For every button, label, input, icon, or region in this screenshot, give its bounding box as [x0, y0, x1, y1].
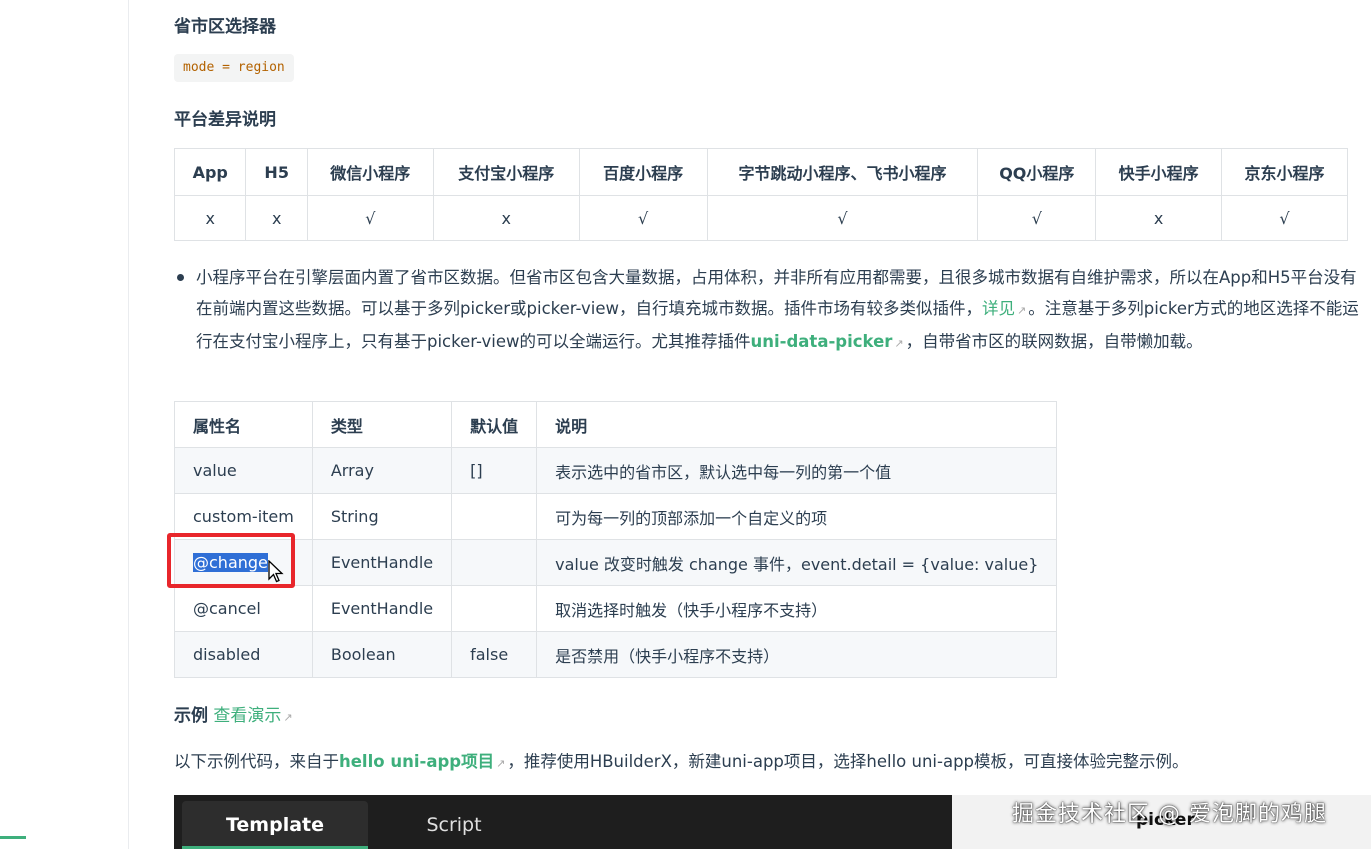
props-header: 说明: [536, 401, 1058, 448]
platform-value: √: [306, 195, 434, 241]
platform-value: √: [977, 195, 1097, 241]
platform-header: 字节跳动小程序、飞书小程序: [706, 148, 979, 196]
prop-default: [451, 585, 538, 632]
props-header: 默认值: [451, 401, 538, 448]
prop-desc: 表示选中的省市区，默认选中每一列的第一个值: [536, 447, 1058, 494]
section-title: 省市区选择器: [174, 17, 276, 37]
code-tab-bar: Template Script: [174, 795, 952, 849]
props-table: 属性名 类型 默认值 说明 value Array [] 表示选中的省市区，默认…: [174, 401, 1058, 678]
prop-desc: 可为每一列的顶部添加一个自定义的项: [536, 493, 1058, 540]
prop-default: false: [451, 631, 538, 678]
tab-template[interactable]: Template: [182, 801, 368, 849]
detail-link[interactable]: 详见: [982, 299, 1015, 318]
platform-value: x: [432, 195, 580, 241]
prop-type: Array: [311, 447, 453, 494]
platform-header: 快手小程序: [1095, 148, 1223, 196]
props-header: 类型: [311, 401, 453, 448]
platform-table: App H5 微信小程序 支付宝小程序 百度小程序 字节跳动小程序、飞书小程序 …: [173, 148, 1348, 241]
props-header-row: 属性名 类型 默认值 说明: [174, 401, 1058, 448]
platform-value: √: [706, 195, 979, 241]
external-link-icon: ↗: [1017, 304, 1027, 317]
props-header: 属性名: [174, 401, 313, 448]
prop-desc: 是否禁用（快手小程序不支持）: [536, 631, 1058, 678]
prop-desc: 取消选择时触发（快手小程序不支持）: [536, 585, 1058, 632]
prop-name: value: [174, 447, 313, 494]
platform-header: 支付宝小程序: [432, 148, 580, 196]
platform-header: App: [173, 148, 247, 196]
prop-name: disabled: [174, 631, 313, 678]
prop-default: [451, 493, 538, 540]
prop-name: @cancel: [174, 585, 313, 632]
platform-value: √: [578, 195, 708, 241]
bullet-dot: [177, 274, 184, 281]
table-row: custom-item String 可为每一列的顶部添加一个自定义的项: [174, 493, 1058, 540]
prop-desc: value 改变时触发 change 事件，event.detail = {va…: [536, 539, 1058, 586]
mouse-cursor-icon: [268, 560, 284, 583]
platform-header: 百度小程序: [578, 148, 708, 196]
example-label: 示例: [174, 706, 208, 726]
demo-link[interactable]: 查看演示: [213, 706, 281, 726]
prop-type: String: [311, 493, 453, 540]
platform-value: x: [173, 195, 247, 241]
platform-title: 平台差异说明: [174, 110, 276, 130]
watermark: 掘金技术社区 @ 爱泡脚的鸡腿: [1012, 802, 1327, 827]
intro-text-2: ，推荐使用HBuilderX，新建uni-app项目，选择hello uni-a…: [507, 752, 1189, 771]
hello-uniapp-link[interactable]: hello uni-app项目: [339, 752, 494, 771]
bullet-text-3: ，自带省市区的联网数据，自带懒加载。: [905, 332, 1203, 351]
platform-header: 微信小程序: [306, 148, 434, 196]
sidebar-accent: [0, 836, 26, 839]
platform-header-row: App H5 微信小程序 支付宝小程序 百度小程序 字节跳动小程序、飞书小程序 …: [173, 148, 1348, 196]
bullet-text: 小程序平台在引擎层面内置了省市区数据。但省市区包含大量数据，占用体积，并非所有应…: [196, 262, 1364, 359]
platform-header: H5: [245, 148, 308, 196]
bullet-note: 小程序平台在引擎层面内置了省市区数据。但省市区包含大量数据，占用体积，并非所有应…: [174, 262, 1364, 359]
intro-text: 以下示例代码，来自于hello uni-app项目 ↗ ，推荐使用HBuilderX…: [174, 748, 1189, 772]
table-row: @cancel EventHandle 取消选择时触发（快手小程序不支持）: [174, 585, 1058, 632]
intro-text-1: 以下示例代码，来自于: [174, 752, 339, 771]
external-link-icon: ↗: [283, 711, 293, 724]
platform-value: x: [245, 195, 308, 241]
prop-default: [451, 539, 538, 586]
platform-value: √: [1221, 195, 1348, 241]
left-sidebar: [0, 0, 129, 849]
mode-code: mode = region: [174, 54, 294, 82]
prop-type: EventHandle: [311, 585, 453, 632]
example-heading: 示例 查看演示 ↗: [174, 701, 295, 726]
platform-value: x: [1095, 195, 1223, 241]
platform-header: QQ小程序: [977, 148, 1097, 196]
platform-header: 京东小程序: [1221, 148, 1348, 196]
platform-value-row: x x √ x √ √ √ x √: [173, 195, 1348, 241]
external-link-icon: ↗: [496, 757, 506, 770]
table-row: value Array [] 表示选中的省市区，默认选中每一列的第一个值: [174, 447, 1058, 494]
prop-type: Boolean: [311, 631, 453, 678]
uni-data-picker-link[interactable]: uni-data-picker: [750, 332, 892, 351]
external-link-icon: ↗: [894, 337, 904, 350]
prop-default: []: [451, 447, 538, 494]
prop-type: EventHandle: [311, 539, 453, 586]
table-row: @change EventHandle value 改变时触发 change 事…: [174, 539, 1058, 586]
tab-script[interactable]: Script: [374, 801, 534, 849]
table-row: disabled Boolean false 是否禁用（快手小程序不支持）: [174, 631, 1058, 678]
